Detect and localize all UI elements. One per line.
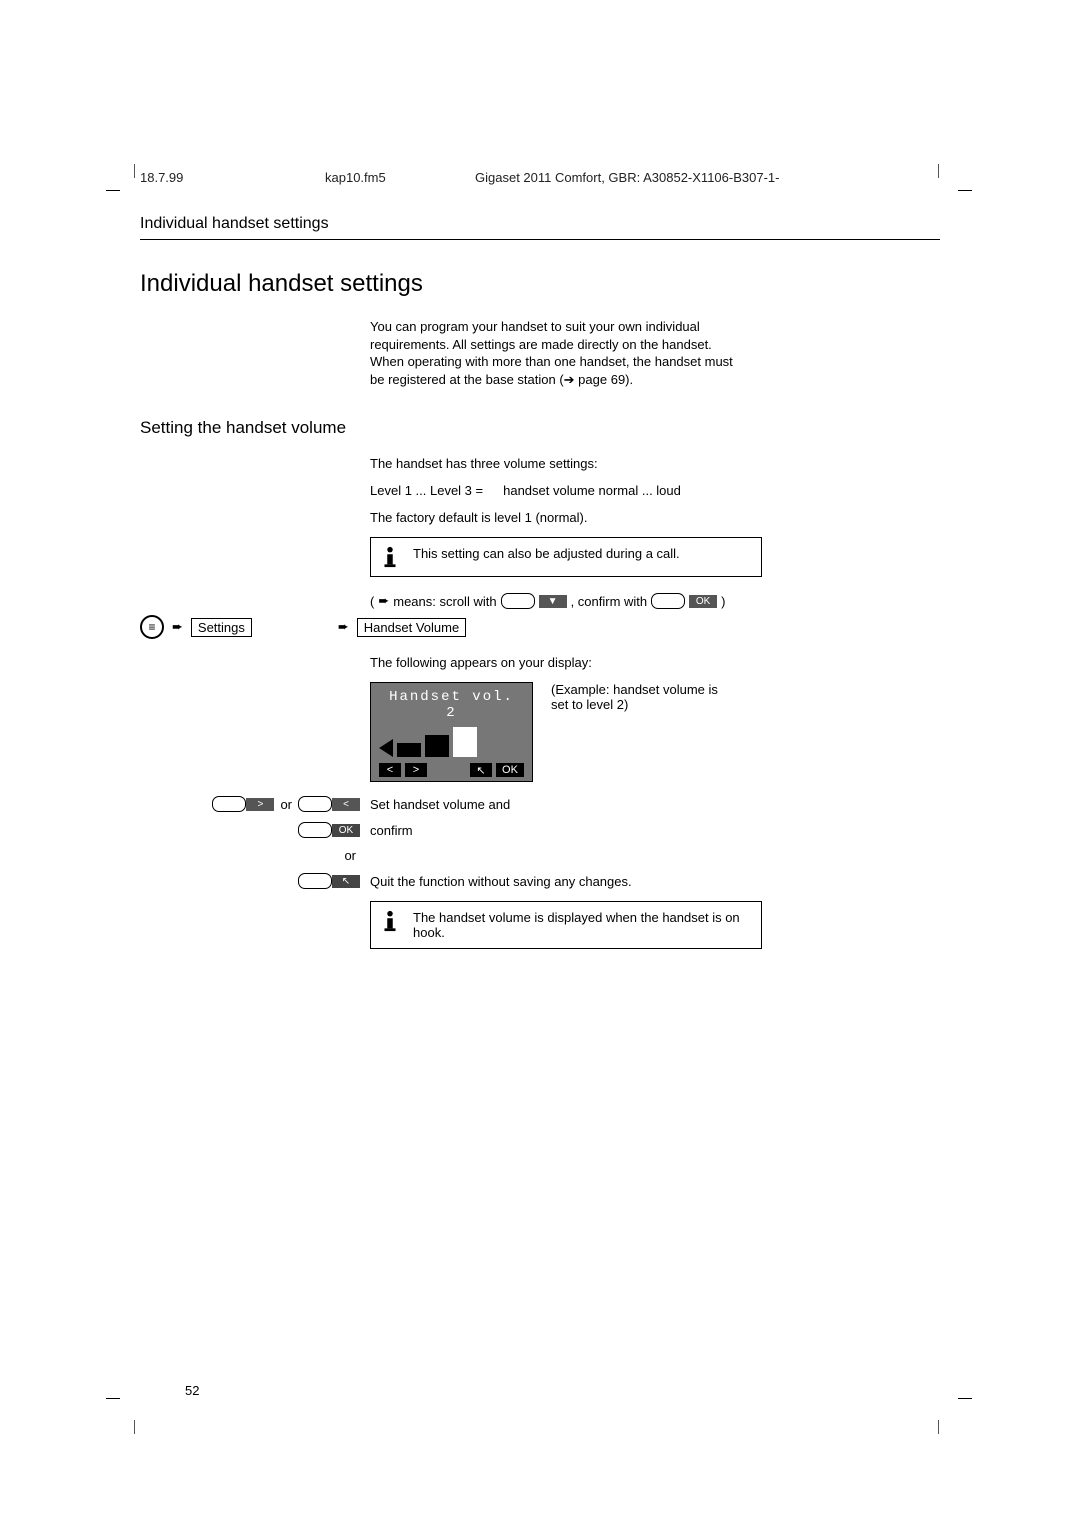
down-icon: ▼: [539, 595, 567, 608]
hint-open: (: [370, 594, 374, 609]
info-icon: [381, 910, 399, 932]
page-number: 52: [185, 1383, 199, 1398]
softkey-button: [298, 822, 332, 838]
note-box: The handset volume is displayed when the…: [370, 901, 762, 949]
note-text: This setting can also be adjusted during…: [413, 546, 680, 561]
body-text: The factory default is level 1 (normal).: [370, 510, 740, 525]
softkey-back: ↖: [470, 763, 492, 777]
left-label: <: [332, 798, 360, 811]
crop-mark: [106, 1398, 120, 1399]
volume-bar: [425, 735, 449, 757]
speaker-icon: [379, 739, 393, 757]
action-text: confirm: [370, 823, 940, 838]
menu-icon: ≡: [140, 615, 164, 639]
action-text: Set handset volume and: [370, 797, 940, 812]
arrow-icon: ➨: [338, 619, 349, 635]
section-heading: Setting the handset volume: [140, 418, 940, 438]
info-icon: [381, 546, 399, 568]
crop-mark: [958, 1398, 972, 1399]
display-example: (Example: handset volume is set to level…: [551, 682, 721, 712]
scroll-hint: ( ➨ means: scroll with ▼ , confirm with …: [370, 593, 940, 609]
softkey-ok: OK: [496, 763, 524, 777]
body-text: The following appears on your display:: [370, 655, 740, 670]
menu-path: ≡ ➨ Settings ➨ Handset Volume: [140, 615, 940, 639]
note-text: The handset volume is displayed when the…: [413, 910, 751, 940]
right-label: >: [246, 798, 274, 811]
volume-bar-empty: [453, 727, 477, 757]
action-text: Quit the function without saving any cha…: [370, 874, 940, 889]
ok-label: OK: [332, 824, 360, 837]
softkey-row: < > ↖ OK: [379, 763, 524, 777]
volume-bars: [379, 727, 524, 757]
menu-item: Handset Volume: [357, 618, 466, 637]
handset-display: Handset vol. 2 < > ↖ OK: [370, 682, 533, 782]
running-head: Individual handset settings: [140, 215, 940, 233]
crop-pipe: [134, 1420, 135, 1434]
divider: [140, 239, 940, 240]
softkey-button: [298, 796, 332, 812]
page-title: Individual handset settings: [140, 270, 940, 298]
softkey-right: >: [405, 763, 427, 777]
volume-bar: [397, 743, 421, 757]
intro-paragraph: You can program your handset to suit you…: [370, 318, 740, 388]
note-box: This setting can also be adjusted during…: [370, 537, 762, 577]
softkey-button: [212, 796, 246, 812]
menu-item: Settings: [191, 618, 252, 637]
or-text: or: [344, 848, 356, 863]
or-text: or: [280, 797, 292, 812]
back-label: ↖: [332, 875, 360, 888]
hint-mid2: , confirm with: [571, 594, 648, 609]
levels-left: Level 1 ... Level 3 =: [370, 483, 483, 498]
body-text: The handset has three volume settings:: [370, 456, 740, 471]
softkey-left: <: [379, 763, 401, 777]
hint-close: ): [721, 594, 725, 609]
display-title: Handset vol. 2: [379, 689, 524, 721]
arrow-icon: ➨: [172, 619, 183, 635]
crop-pipe: [938, 1420, 939, 1434]
levels-right: handset volume normal ... loud: [503, 483, 681, 498]
arrow-icon: ➨: [378, 593, 389, 609]
ok-label: OK: [689, 595, 717, 608]
softkey-button: [501, 593, 535, 609]
softkey-button: [298, 873, 332, 889]
hint-mid: means: scroll with: [393, 594, 496, 609]
level-description: Level 1 ... Level 3 = handset volume nor…: [370, 483, 740, 498]
softkey-button: [651, 593, 685, 609]
